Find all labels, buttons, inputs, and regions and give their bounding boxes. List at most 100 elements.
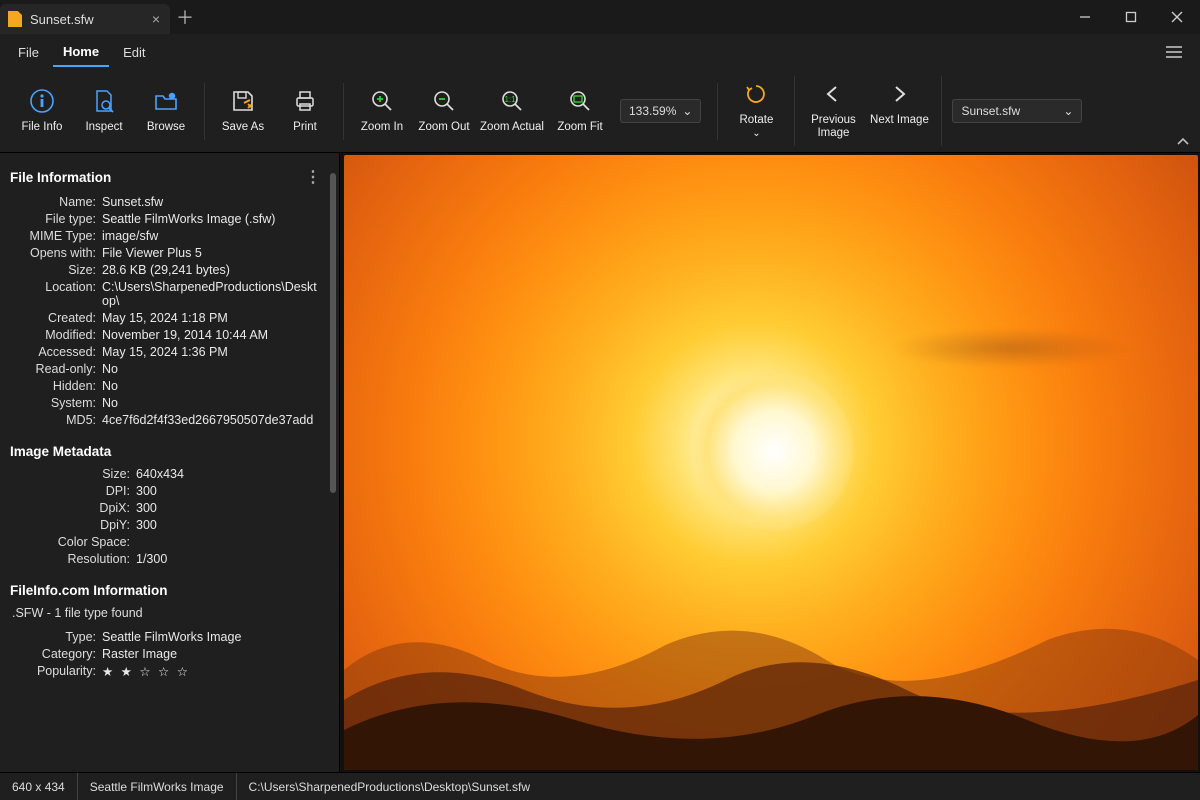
value-size: 28.6 KB (29,241 bytes)	[102, 263, 321, 277]
label-modified: Modified:	[10, 328, 96, 342]
chevron-down-icon: ⌄	[752, 128, 760, 139]
tab-title: Sunset.sfw	[30, 12, 94, 27]
image-canvas[interactable]	[340, 153, 1200, 772]
value-popularity: ★ ★ ☆ ☆ ☆	[102, 664, 321, 679]
label-opens-with: Opens with:	[10, 246, 96, 260]
value-category: Raster Image	[102, 647, 321, 661]
label-dpiy: DpiY:	[10, 518, 130, 532]
status-dimensions: 640 x 434	[0, 773, 78, 800]
minimize-button[interactable]	[1062, 0, 1108, 34]
filetype-found: .SFW - 1 file type found	[10, 604, 321, 628]
value-created: May 15, 2024 1:18 PM	[102, 311, 321, 325]
status-path: C:\Users\SharpenedProductions\Desktop\Su…	[237, 773, 542, 800]
zoom-in-icon	[368, 87, 396, 115]
document-tab[interactable]: Sunset.sfw ×	[0, 4, 170, 34]
mountains-decor	[344, 550, 1198, 770]
rotate-label: Rotate⌄	[739, 114, 773, 140]
close-tab-icon[interactable]: ×	[152, 11, 160, 27]
main-area: File Information ⋮ Name:Sunset.sfw File …	[0, 153, 1200, 772]
folder-icon	[152, 87, 180, 115]
label-colorspace: Color Space:	[10, 535, 130, 549]
label-system: System:	[10, 396, 96, 410]
preview-image	[344, 155, 1198, 770]
print-label: Print	[293, 121, 317, 134]
menu-edit[interactable]: Edit	[113, 39, 155, 66]
label-filetype: File type:	[10, 212, 96, 226]
svg-text:1:1: 1:1	[504, 95, 516, 104]
value-dpiy: 300	[136, 518, 321, 532]
value-resolution: 1/300	[136, 552, 321, 566]
zoom-fit-label: Zoom Fit	[557, 121, 602, 134]
value-type: Seattle FilmWorks Image	[102, 630, 321, 644]
value-mime: image/sfw	[102, 229, 321, 243]
label-name: Name:	[10, 195, 96, 209]
label-size: Size:	[10, 263, 96, 277]
label-dpix: DpiX:	[10, 501, 130, 515]
zoom-level-dropdown[interactable]: 133.59% ⌄	[620, 99, 701, 123]
value-img-size: 640x434	[136, 467, 321, 481]
zoom-fit-button[interactable]: Zoom Fit	[550, 83, 610, 140]
zoom-actual-label: Zoom Actual	[480, 121, 544, 134]
status-bar: 640 x 434 Seattle FilmWorks Image C:\Use…	[0, 772, 1200, 800]
label-popularity: Popularity:	[10, 664, 96, 679]
chevron-down-icon: ⌄	[682, 104, 692, 118]
next-image-button[interactable]: Next Image	[865, 76, 933, 146]
browse-button[interactable]: Browse	[136, 83, 196, 140]
save-icon	[229, 87, 257, 115]
rotate-button[interactable]: Rotate⌄	[726, 76, 786, 146]
inspect-label: Inspect	[85, 121, 122, 134]
zoom-fit-icon	[566, 87, 594, 115]
chevron-down-icon: ⌄	[1063, 104, 1073, 118]
sidebar-scrollbar[interactable]	[327, 153, 339, 772]
info-sidebar: File Information ⋮ Name:Sunset.sfw File …	[0, 153, 340, 772]
file-selector-dropdown[interactable]: Sunset.sfw ⌄	[952, 99, 1082, 123]
save-as-button[interactable]: Save As	[213, 83, 273, 140]
zoom-actual-icon: 1:1	[498, 87, 526, 115]
menubar: File Home Edit	[0, 34, 1200, 70]
hamburger-icon[interactable]	[1156, 40, 1192, 64]
close-window-button[interactable]	[1154, 0, 1200, 34]
zoom-in-label: Zoom In	[361, 121, 403, 134]
zoom-in-button[interactable]: Zoom In	[352, 83, 412, 140]
next-image-label: Next Image	[870, 114, 929, 127]
label-mime: MIME Type:	[10, 229, 96, 243]
value-location: C:\Users\SharpenedProductions\Desktop\	[102, 280, 321, 308]
file-info-label: File Info	[22, 121, 63, 134]
inspect-button[interactable]: Inspect	[74, 83, 134, 140]
menu-file[interactable]: File	[8, 39, 49, 66]
maximize-button[interactable]	[1108, 0, 1154, 34]
file-info-button[interactable]: File Info	[12, 83, 72, 140]
value-accessed: May 15, 2024 1:36 PM	[102, 345, 321, 359]
zoom-out-label: Zoom Out	[418, 121, 469, 134]
panel-menu-icon[interactable]: ⋮	[305, 167, 321, 187]
label-location: Location:	[10, 280, 96, 308]
new-tab-button[interactable]: ＋	[170, 0, 200, 34]
browse-label: Browse	[147, 121, 185, 134]
previous-image-button[interactable]: Previous Image	[803, 76, 863, 146]
file-information-header: File Information ⋮	[10, 161, 321, 193]
info-icon	[28, 87, 56, 115]
file-selector-value: Sunset.sfw	[961, 104, 1020, 118]
print-icon	[291, 87, 319, 115]
print-button[interactable]: Print	[275, 83, 335, 140]
zoom-level-value: 133.59%	[629, 104, 676, 118]
value-system: No	[102, 396, 321, 410]
label-accessed: Accessed:	[10, 345, 96, 359]
status-filetype: Seattle FilmWorks Image	[78, 773, 237, 800]
zoom-out-button[interactable]: Zoom Out	[414, 83, 474, 140]
value-dpi: 300	[136, 484, 321, 498]
zoom-actual-button[interactable]: 1:1 Zoom Actual	[476, 83, 548, 140]
value-colorspace	[136, 535, 321, 549]
menu-home[interactable]: Home	[53, 38, 109, 67]
document-icon	[8, 11, 22, 27]
value-md5: 4ce7f6d2f4f33ed2667950507de37add	[102, 413, 321, 427]
label-img-size: Size:	[10, 467, 130, 481]
label-category: Category:	[10, 647, 96, 661]
value-modified: November 19, 2014 10:44 AM	[102, 328, 321, 342]
label-type: Type:	[10, 630, 96, 644]
cloud-decor	[890, 328, 1130, 368]
titlebar: Sunset.sfw × ＋	[0, 0, 1200, 34]
image-metadata-header: Image Metadata	[10, 438, 321, 465]
scrollbar-thumb[interactable]	[330, 173, 336, 493]
collapse-ribbon-button[interactable]	[1176, 136, 1190, 146]
